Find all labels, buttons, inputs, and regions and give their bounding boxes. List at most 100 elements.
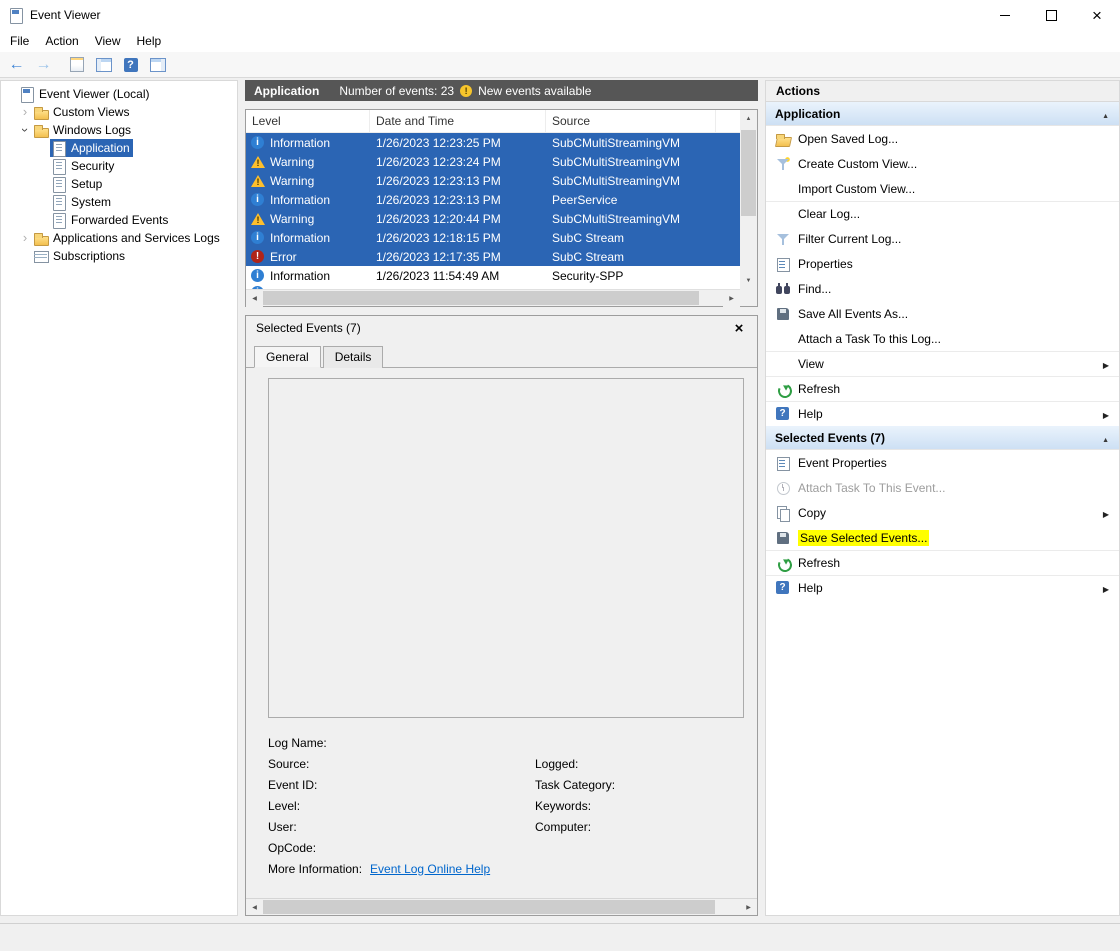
toolbar-button[interactable]: [64, 53, 89, 76]
scroll-right-button[interactable]: [740, 899, 757, 916]
tree-item[interactable]: Subscriptions: [1, 247, 237, 265]
tree-item-body: Custom Views: [32, 103, 132, 121]
action-item-icon: [775, 306, 791, 322]
tree-item[interactable]: Security: [1, 157, 237, 175]
scroll-left-button[interactable]: [246, 899, 263, 916]
column-header-date-and-time[interactable]: Date and Time: [370, 110, 546, 132]
menu-item[interactable]: File: [2, 31, 37, 51]
action-item[interactable]: Help: [766, 575, 1119, 600]
toolbar-button[interactable]: [118, 53, 143, 76]
collapse-icon[interactable]: [1102, 107, 1109, 121]
actions-section-header[interactable]: Selected Events (7): [766, 426, 1119, 450]
horizontal-scrollbar[interactable]: [246, 289, 740, 306]
action-item[interactable]: View: [766, 351, 1119, 376]
tab[interactable]: General: [254, 346, 321, 368]
event-level-icon: [250, 249, 266, 265]
event-detail-fields: Log Name: Source: Logged: Event ID: Task…: [268, 732, 757, 879]
action-item-icon: [775, 555, 791, 571]
tree-item[interactable]: Setup: [1, 175, 237, 193]
tree-item-body: Event Viewer (Local): [18, 85, 153, 103]
tree-expander-icon[interactable]: [18, 229, 32, 247]
tree-expander-icon[interactable]: [18, 103, 32, 121]
column-header-level[interactable]: Level: [246, 110, 370, 132]
action-item[interactable]: Clear Log...: [766, 201, 1119, 226]
action-item[interactable]: Save All Events As...: [766, 301, 1119, 326]
event-row[interactable]: Error 1/26/2023 12:17:35 PM SubC Stream: [246, 247, 740, 266]
event-level-cell: Warning: [246, 211, 370, 227]
event-row[interactable]: Information 1/26/2023 12:23:25 PM SubCMu…: [246, 133, 740, 152]
event-datetime-cell: 1/26/2023 12:20:44 PM: [370, 212, 546, 226]
scroll-up-button[interactable]: [740, 110, 757, 127]
toolbar-button[interactable]: [31, 53, 56, 76]
action-item-label: Open Saved Log...: [798, 132, 898, 146]
action-item[interactable]: Refresh: [766, 550, 1119, 575]
event-source-cell: SubCMultiStreamingVM: [546, 136, 740, 150]
menu-item[interactable]: Help: [129, 31, 170, 51]
close-preview-icon[interactable]: [731, 320, 747, 337]
preview-scrollbar-thumb[interactable]: [263, 900, 715, 914]
actions-section-header[interactable]: Application: [766, 102, 1119, 126]
toolbar-button[interactable]: [145, 53, 170, 76]
scroll-down-button[interactable]: [740, 272, 757, 289]
event-datetime-cell: 1/26/2023 12:23:24 PM: [370, 155, 546, 169]
action-item-icon: [775, 480, 791, 496]
scroll-left-button[interactable]: [246, 290, 263, 307]
action-item[interactable]: Filter Current Log...: [766, 226, 1119, 251]
action-item[interactable]: Create Custom View...: [766, 151, 1119, 176]
tree-item-icon: [51, 176, 67, 192]
action-item[interactable]: Event Properties: [766, 450, 1119, 475]
event-source-cell: PeerService: [546, 193, 740, 207]
toolbar-button[interactable]: [4, 53, 29, 76]
status-bar: [0, 923, 1120, 951]
tree-item[interactable]: Windows Logs: [1, 121, 237, 139]
tree-item[interactable]: Custom Views: [1, 103, 237, 121]
action-item[interactable]: Save Selected Events...: [766, 525, 1119, 550]
action-item[interactable]: Copy: [766, 500, 1119, 525]
action-item[interactable]: Refresh: [766, 376, 1119, 401]
log-title: Application: [254, 84, 319, 98]
menu-item[interactable]: Action: [37, 31, 86, 51]
close-button[interactable]: [1074, 0, 1120, 30]
event-row[interactable]: Warning 1/26/2023 12:20:44 PM SubCMultiS…: [246, 209, 740, 228]
scroll-right-button[interactable]: [723, 290, 740, 307]
event-log-online-help-link[interactable]: Event Log Online Help: [370, 862, 490, 876]
toolbar-button[interactable]: [91, 53, 116, 76]
action-item[interactable]: Open Saved Log...: [766, 126, 1119, 151]
action-item[interactable]: Find...: [766, 276, 1119, 301]
action-item-icon: [775, 331, 791, 347]
submenu-arrow-icon: [1103, 357, 1109, 371]
collapse-icon[interactable]: [1102, 431, 1109, 445]
field-label-left: Level:: [268, 799, 535, 813]
scrollbar-track[interactable]: [715, 899, 740, 915]
event-row[interactable]: Information 1/26/2023 11:54:49 AM Securi…: [246, 266, 740, 285]
event-row[interactable]: Information 1/26/2023 12:18:15 PM SubC S…: [246, 228, 740, 247]
tree-item[interactable]: Applications and Services Logs: [1, 229, 237, 247]
horizontal-scrollbar-thumb[interactable]: [263, 291, 699, 305]
field-row: Source: Logged:: [268, 753, 757, 774]
section-title: Application: [775, 107, 840, 121]
vertical-scrollbar-thumb[interactable]: [741, 130, 756, 216]
column-header-source[interactable]: Source: [546, 110, 716, 132]
action-item[interactable]: Help: [766, 401, 1119, 426]
scrollbar-track[interactable]: [699, 290, 723, 306]
event-row[interactable]: Information 1/26/2023 12:23:13 PM PeerSe…: [246, 190, 740, 209]
event-row[interactable]: Warning 1/26/2023 12:23:13 PM SubCMultiS…: [246, 171, 740, 190]
tree-item[interactable]: System: [1, 193, 237, 211]
vertical-scrollbar[interactable]: [740, 110, 757, 289]
tree-item-icon: [33, 122, 49, 138]
event-row[interactable]: Warning 1/26/2023 12:23:24 PM SubCMultiS…: [246, 152, 740, 171]
maximize-button[interactable]: [1028, 0, 1074, 30]
actions-pane: Actions Application Open Saved Log... C: [765, 80, 1120, 916]
tree-item[interactable]: Application: [1, 139, 237, 157]
tree-expander-icon[interactable]: [18, 121, 32, 139]
menu-item[interactable]: View: [87, 31, 129, 51]
minimize-button[interactable]: [982, 0, 1028, 30]
tab[interactable]: Details: [323, 346, 384, 368]
action-item[interactable]: Attach a Task To this Log...: [766, 326, 1119, 351]
action-item[interactable]: Import Custom View...: [766, 176, 1119, 201]
tree-item[interactable]: Forwarded Events: [1, 211, 237, 229]
action-item[interactable]: Properties: [766, 251, 1119, 276]
tree-item[interactable]: Event Viewer (Local): [1, 85, 237, 103]
preview-horizontal-scrollbar[interactable]: [246, 898, 757, 915]
submenu-arrow-icon: [1103, 506, 1109, 520]
